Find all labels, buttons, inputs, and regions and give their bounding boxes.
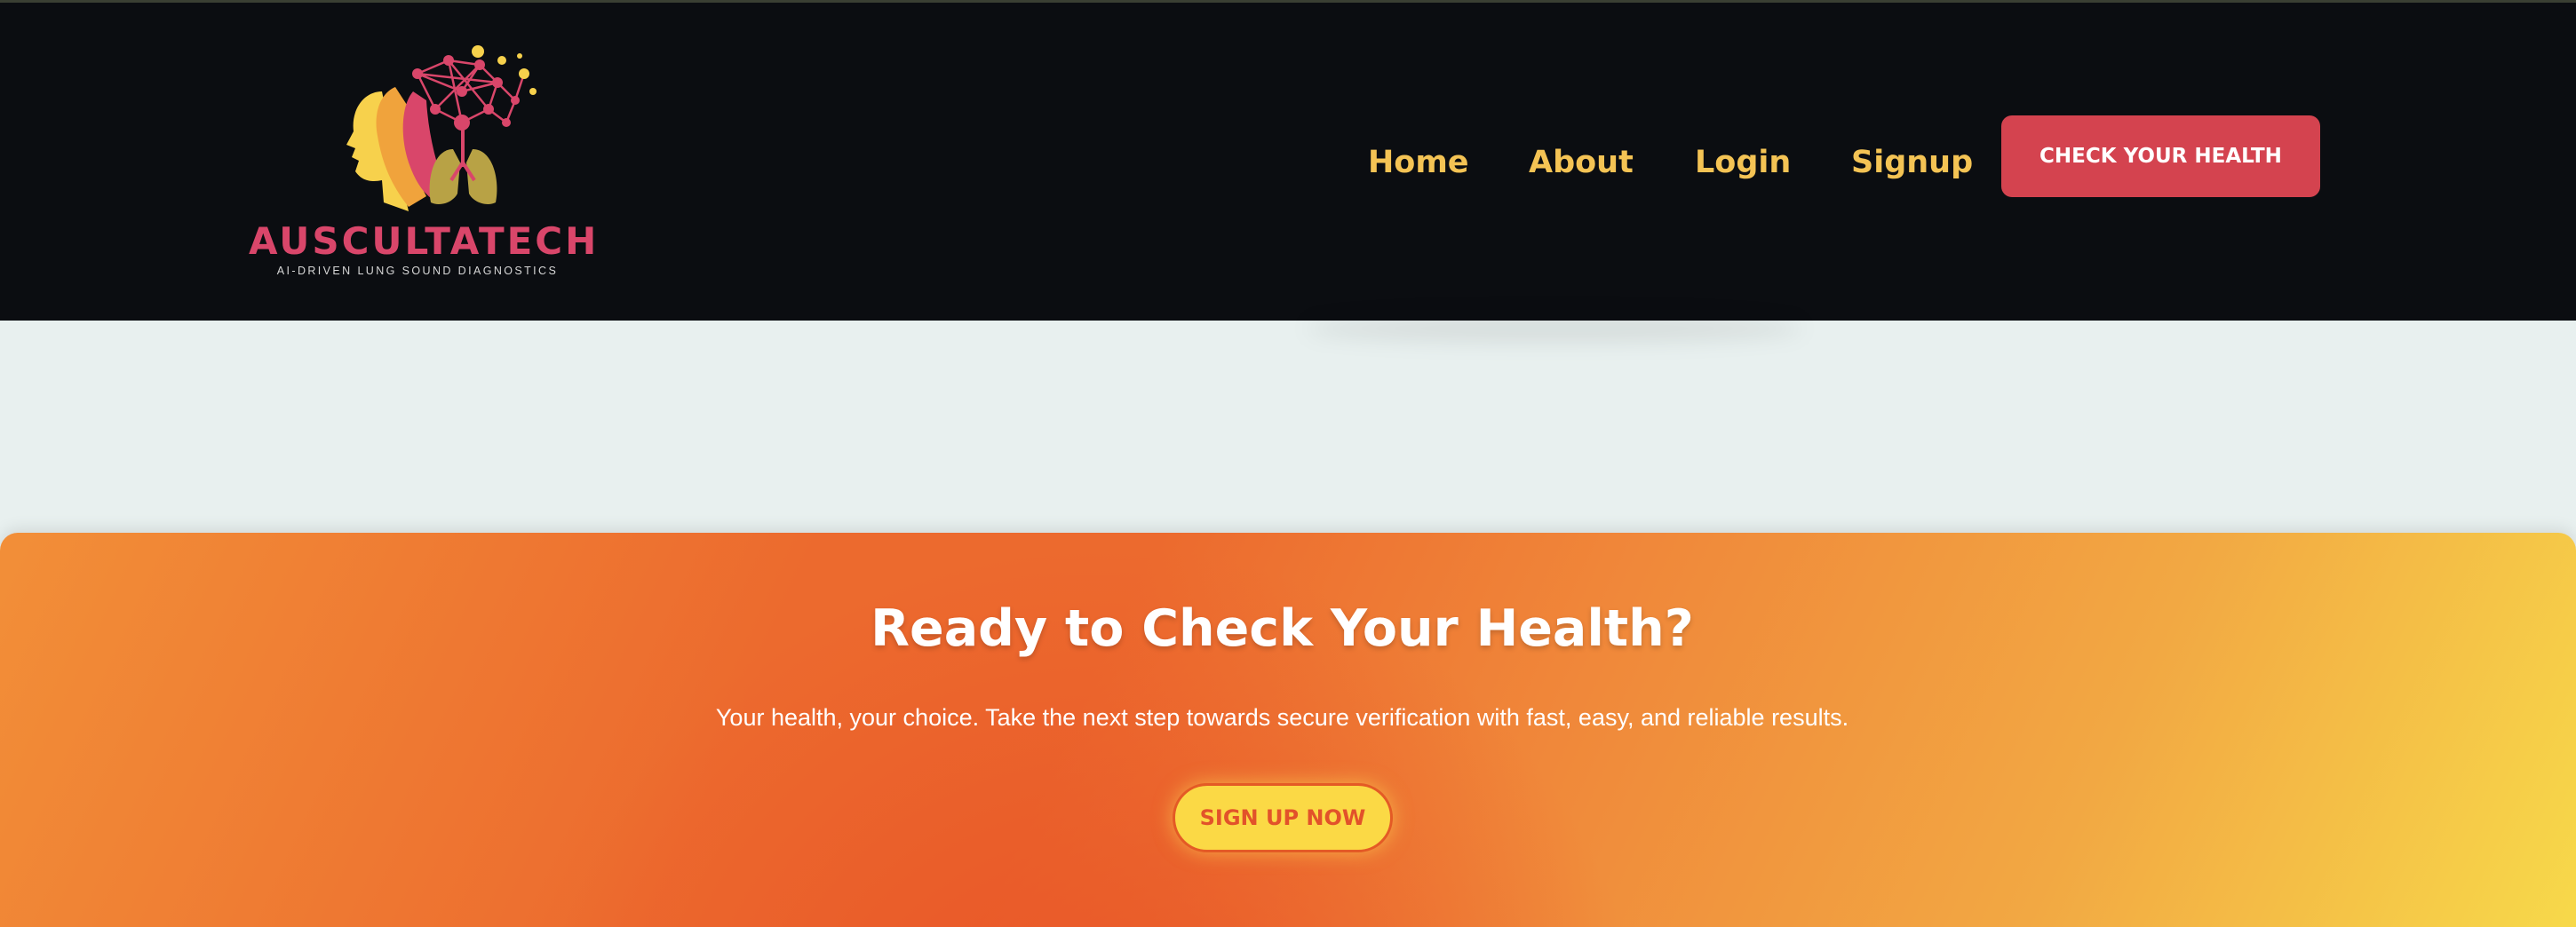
brand-name: AUSCULTATECH (249, 219, 600, 263)
check-your-health-button[interactable]: CHECK YOUR HEALTH (2001, 115, 2320, 197)
banner-description: Your health, your choice. Take the next … (715, 704, 1849, 731)
nav-login-link[interactable]: Login (1695, 147, 1791, 178)
sign-up-now-button[interactable]: SIGN UP NOW (1173, 783, 1393, 852)
banner-title: Ready to Check Your Health? (871, 599, 1694, 658)
nav-signup-link[interactable]: Signup (1851, 147, 1973, 178)
head-lungs-logo-icon (346, 45, 537, 211)
site-header: AUSCULTATECH AI-DRIVEN LUNG SOUND DIAGNO… (0, 3, 2576, 321)
brand-tagline: AI-DRIVEN LUNG SOUND DIAGNOSTICS (276, 265, 559, 277)
nav-home-link[interactable]: Home (1368, 147, 1469, 178)
nav-about-link[interactable]: About (1529, 147, 1634, 178)
cta-banner: Ready to Check Your Health? Your health,… (0, 533, 2576, 927)
header-drop-shadow (1306, 315, 1803, 342)
